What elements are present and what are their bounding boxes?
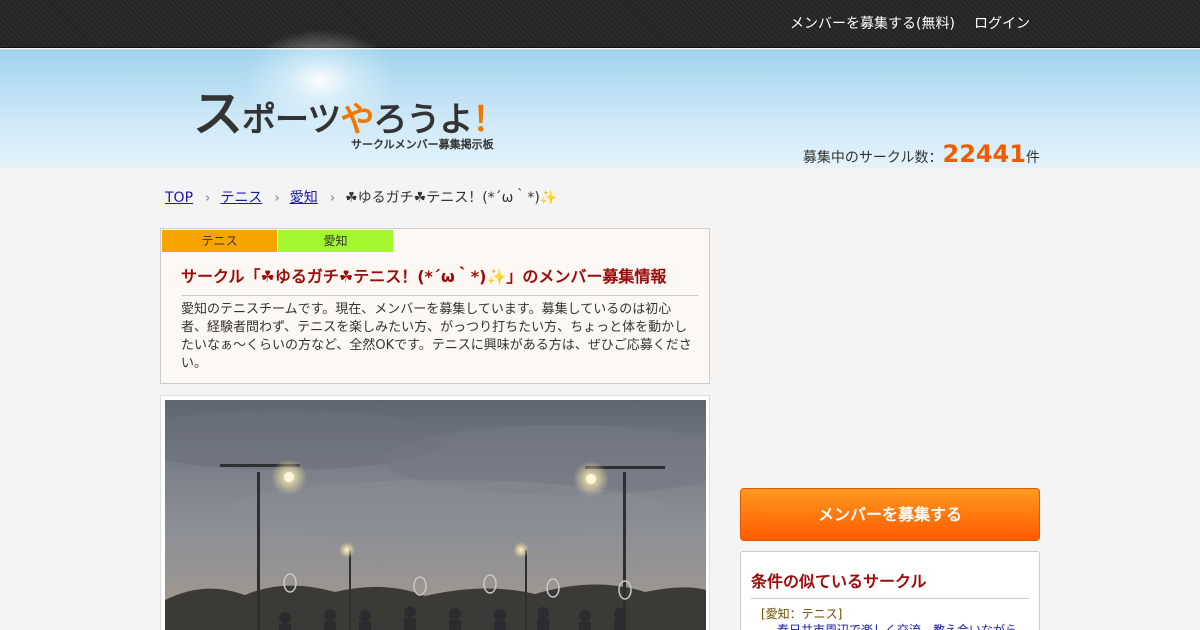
circle-count-label: 募集中のサークル数： bbox=[802, 150, 943, 166]
area-tag[interactable]: 愛知 bbox=[278, 230, 393, 252]
chevron-right-icon: › bbox=[329, 191, 336, 206]
breadcrumb-tennis[interactable]: テニス bbox=[220, 190, 262, 206]
similar-circles-box: 条件の似ているサークル [愛知：テニス] 春日井市周辺で楽しく交流、教え合いなが… bbox=[740, 551, 1040, 630]
circle-info-box: テニス 愛知 サークル「☘ゆるガチ☘テニス！(*´ω｀*)✨」のメンバー募集情報… bbox=[160, 228, 710, 384]
logo-char: ！ bbox=[472, 100, 506, 140]
recruit-member-button[interactable]: メンバーを募集する bbox=[740, 488, 1040, 541]
logo-subtitle: サークルメンバー募集掲示板 bbox=[351, 138, 494, 151]
site-header: スポーツやろうよ！ サークルメンバー募集掲示板 募集中のサークル数：22441件 bbox=[0, 20, 1200, 168]
circle-description: 愛知のテニスチームです。現在、メンバーを募集しています。募集しているのは初心者、… bbox=[181, 302, 692, 371]
logo-char: ろうよ bbox=[373, 100, 473, 140]
circle-photo-frame bbox=[160, 395, 710, 630]
breadcrumb-current: ☘ゆるガチ☘テニス！(*´ω｀*)✨ bbox=[345, 190, 558, 206]
similar-circles-title: 条件の似ているサークル bbox=[751, 568, 1029, 599]
similar-circle-category: [愛知：テニス] bbox=[761, 607, 843, 621]
circle-photo bbox=[165, 400, 706, 630]
similar-circle-link[interactable]: 春日井市周辺で楽しく交流、教え合いながら bbox=[777, 621, 1017, 630]
circle-count: 募集中のサークル数：22441件 bbox=[803, 140, 1040, 168]
circle-title: サークル「☘ゆるガチ☘テニス！(*´ω｀*)✨」のメンバー募集情報 bbox=[181, 263, 699, 296]
chevron-right-icon: › bbox=[205, 191, 211, 206]
circle-count-value: 22441 bbox=[942, 140, 1027, 168]
breadcrumb-top[interactable]: TOP bbox=[165, 190, 193, 206]
site-logo[interactable]: スポーツやろうよ！ サークルメンバー募集掲示板 bbox=[193, 74, 513, 154]
breadcrumb-aichi[interactable]: 愛知 bbox=[290, 190, 318, 206]
sport-tag[interactable]: テニス bbox=[162, 230, 277, 252]
breadcrumb: TOP › テニス › 愛知 › ☘ゆるガチ☘テニス！(*´ω｀*)✨ bbox=[165, 187, 557, 207]
top-nav-bar: メンバーを募集する(無料) ログイン bbox=[0, 0, 1200, 48]
logo-char: や bbox=[340, 100, 374, 140]
chevron-right-icon: › bbox=[274, 191, 280, 206]
logo-char: ス bbox=[193, 85, 243, 143]
nav-recruit-link[interactable]: メンバーを募集する(無料) bbox=[790, 13, 955, 33]
circle-count-unit: 件 bbox=[1026, 150, 1040, 166]
tennis-court-photo-illustration bbox=[165, 410, 706, 630]
nav-login-link[interactable]: ログイン bbox=[974, 13, 1030, 33]
logo-char: ポーツ bbox=[242, 100, 341, 140]
